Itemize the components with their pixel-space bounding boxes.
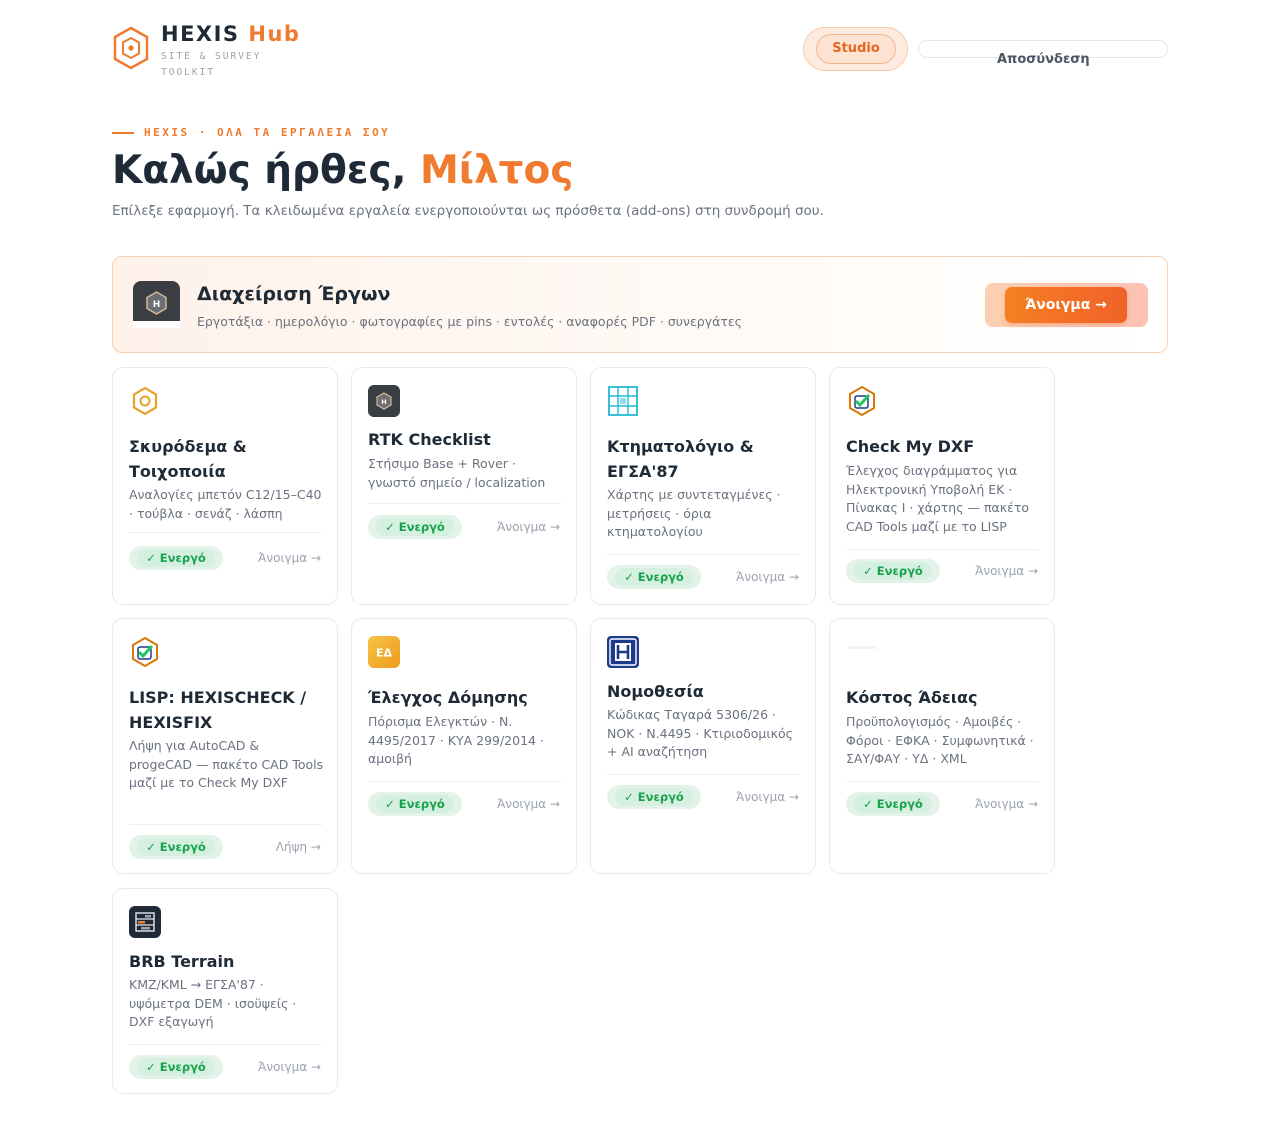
card-description: Αναλογίες μπετόν C12/15–C40 · τούβλα · σ… [129,487,322,521]
svg-text:H: H [381,398,386,406]
hexagon-check-icon [849,385,875,417]
app-card-permit-cost[interactable]: Κόστος Άδειας Προϋπολογισμός · Αμοιβές ·… [829,618,1055,874]
card-description: Στήσιμο Base + Rover · γνωστό σημείο / l… [368,456,546,490]
card-description: Κώδικας Ταγαρά 5306/26 · ΝΟΚ · Ν.4495 · … [607,707,793,760]
card-open-link[interactable]: Άνοιγμα → [975,797,1038,811]
status-badge: ✓ Ενεργό [376,795,454,813]
status-badge-wrap: ✓ Ενεργό [129,546,223,570]
card-open-link[interactable]: Άνοιγμα → [497,520,560,534]
svg-text:H: H [153,300,161,310]
card-title: Κτηματολόγιο & ΕΓΣΑ'87 [607,437,754,481]
app-card-rtk[interactable]: H RTK Checklist Στήσιμο Base + Rover · γ… [351,367,577,605]
status-badge: ✓ Ενεργό [137,838,215,856]
status-badge: ✓ Ενεργό [615,788,693,806]
card-open-link[interactable]: Άνοιγμα → [258,551,321,565]
card-title: Κόστος Άδειας [846,688,978,707]
status-badge: ✓ Ενεργό [615,568,693,586]
card-open-link[interactable]: Άνοιγμα → [736,570,799,584]
card-divider [846,549,1039,550]
status-badge-wrap: ✓ Ενεργό [607,565,701,589]
page-subtitle: Επίλεξε εφαρμογή. Τα κλειδωμένα εργαλεία… [112,203,824,219]
featured-button-wrap: Άνοιγμα → [985,283,1148,327]
app-card-building-check[interactable]: ΕΔ Έλεγχος Δόμησης Πόρισμα Ελεγκτών · Ν.… [351,618,577,874]
status-badge-wrap: ✓ Ενεργό [607,785,701,809]
brand-name: HEXIS [161,22,240,46]
card-open-link[interactable]: Άνοιγμα → [497,797,560,811]
hexagon-check-icon [132,636,158,668]
card-title: LISP: HEXISCHECK / HEXISFIX [129,688,307,732]
status-badge-wrap: ✓ Ενεργό [846,792,940,816]
hexagon-logo-icon[interactable] [112,26,150,70]
app-card-brb-terrain[interactable]: BRB Terrain KMZ/KML → ΕΓΣΑ'87 · υψόμετρα… [112,888,338,1094]
law-book-icon [607,636,639,668]
app-card-concrete[interactable]: Σκυρόδεμα & Τοιχοποιία Αναλογίες μπετόν … [112,367,338,605]
card-description: Λήψη για AutoCAD & progeCAD — πακέτο CAD… [129,738,324,791]
hexis-app-icon: H [133,281,180,328]
status-badge: ✓ Ενεργό [854,795,932,813]
ed-badge-text: ΕΔ [376,647,393,660]
eyebrow: HEXIS · ΟΛΑ ΤΑ ΕΡΓΑΛΕΙΑ ΣΟΥ [112,126,390,139]
eyebrow-text: HEXIS · ΟΛΑ ΤΑ ΕΡΓΑΛΕΙΑ ΣΟΥ [144,126,391,139]
brand: HEXIS Hub SITE & SURVEY TOOLKIT [161,22,301,81]
card-title: Έλεγχος Δόμησης [368,688,528,707]
card-open-link[interactable]: Άνοιγμα → [736,790,799,804]
greeting: Καλώς ήρθες, [112,148,420,193]
ed-badge-icon: ΕΔ [368,636,400,668]
status-badge: ✓ Ενεργό [376,518,454,536]
card-divider [129,824,322,825]
broken-image-icon [848,646,876,649]
status-badge-wrap: ✓ Ενεργό [129,835,223,859]
card-title: Νομοθεσία [607,682,704,701]
card-description: KMZ/KML → ΕΓΣΑ'87 · υψόμετρα DEM · ισοϋψ… [129,977,297,1030]
status-badge: ✓ Ενεργό [137,1058,215,1076]
card-title: BRB Terrain [129,952,235,971]
card-divider [129,1044,322,1045]
card-description: Πόρισμα Ελεγκτών · Ν. 4495/2017 · ΚΥΑ 29… [368,714,544,767]
app-card-cadastre[interactable]: Κτηματολόγιο & ΕΓΣΑ'87 Χάρτης με συντετα… [590,367,816,605]
card-title: Check My DXF [846,437,975,456]
app-header: HEXIS Hub SITE & SURVEY TOOLKIT Studio Α… [112,22,1168,78]
hexagon-outline-icon [132,386,158,416]
terrain-layers-icon [129,906,161,938]
status-badge-wrap: ✓ Ενεργό [368,515,462,539]
studio-button-wrap: Studio [803,27,908,71]
status-badge-wrap: ✓ Ενεργό [368,792,462,816]
card-title: Σκυρόδεμα & Τοιχοποιία [129,437,247,481]
featured-app-card[interactable]: H Διαχείριση Έργων Εργοτάξια · ημερολόγι… [112,256,1168,353]
card-divider [607,554,800,555]
logout-label[interactable]: Αποσύνδεση [997,52,1090,67]
status-badge-wrap: ✓ Ενεργό [846,559,940,583]
status-badge: ✓ Ενεργό [137,549,215,567]
card-description: Προϋπολογισμός · Αμοιβές · Φόροι · ΕΦΚΑ … [846,714,1034,767]
card-description: Χάρτης με συντεταγμένες · μετρήσεις · όρ… [607,487,781,540]
featured-open-button[interactable]: Άνοιγμα → [1005,287,1127,323]
app-card-check-dxf[interactable]: Check My DXF Έλεγχος διαγράμματος για Ηλ… [829,367,1055,605]
brand-subtitle: SITE & SURVEY TOOLKIT [161,51,262,78]
featured-title: Διαχείριση Έργων [197,283,391,305]
card-divider [846,781,1039,782]
card-open-link[interactable]: Άνοιγμα → [258,1060,321,1074]
page-title: Καλώς ήρθες, Μίλτος [112,146,573,196]
status-badge-wrap: ✓ Ενεργό [129,1055,223,1079]
hexis-dark-icon: H [368,385,400,417]
brand-title: HEXIS Hub [161,22,301,46]
card-description: Έλεγχος διαγράμματος για Ηλεκτρονική Υπο… [846,463,1030,534]
app-card-lisp[interactable]: LISP: HEXISCHECK / HEXISFIX Λήψη για Aut… [112,618,338,874]
brand-accent: Hub [248,22,301,46]
grid-map-icon [608,386,638,416]
card-title: RTK Checklist [368,430,491,449]
app-card-legislation[interactable]: Νομοθεσία Κώδικας Ταγαρά 5306/26 · ΝΟΚ ·… [590,618,816,874]
studio-button[interactable]: Studio [816,34,896,64]
card-divider [368,781,561,782]
card-open-link[interactable]: Άνοιγμα → [975,564,1038,578]
eyebrow-line [112,131,134,134]
featured-subtitle: Εργοτάξια · ημερολόγιο · φωτογραφίες με … [197,314,742,329]
card-download-link[interactable]: Λήψη → [276,840,321,854]
user-name: Μίλτος [419,148,574,193]
card-divider [368,503,561,504]
card-divider [129,532,322,533]
status-badge: ✓ Ενεργό [854,562,932,580]
card-divider [607,774,800,775]
